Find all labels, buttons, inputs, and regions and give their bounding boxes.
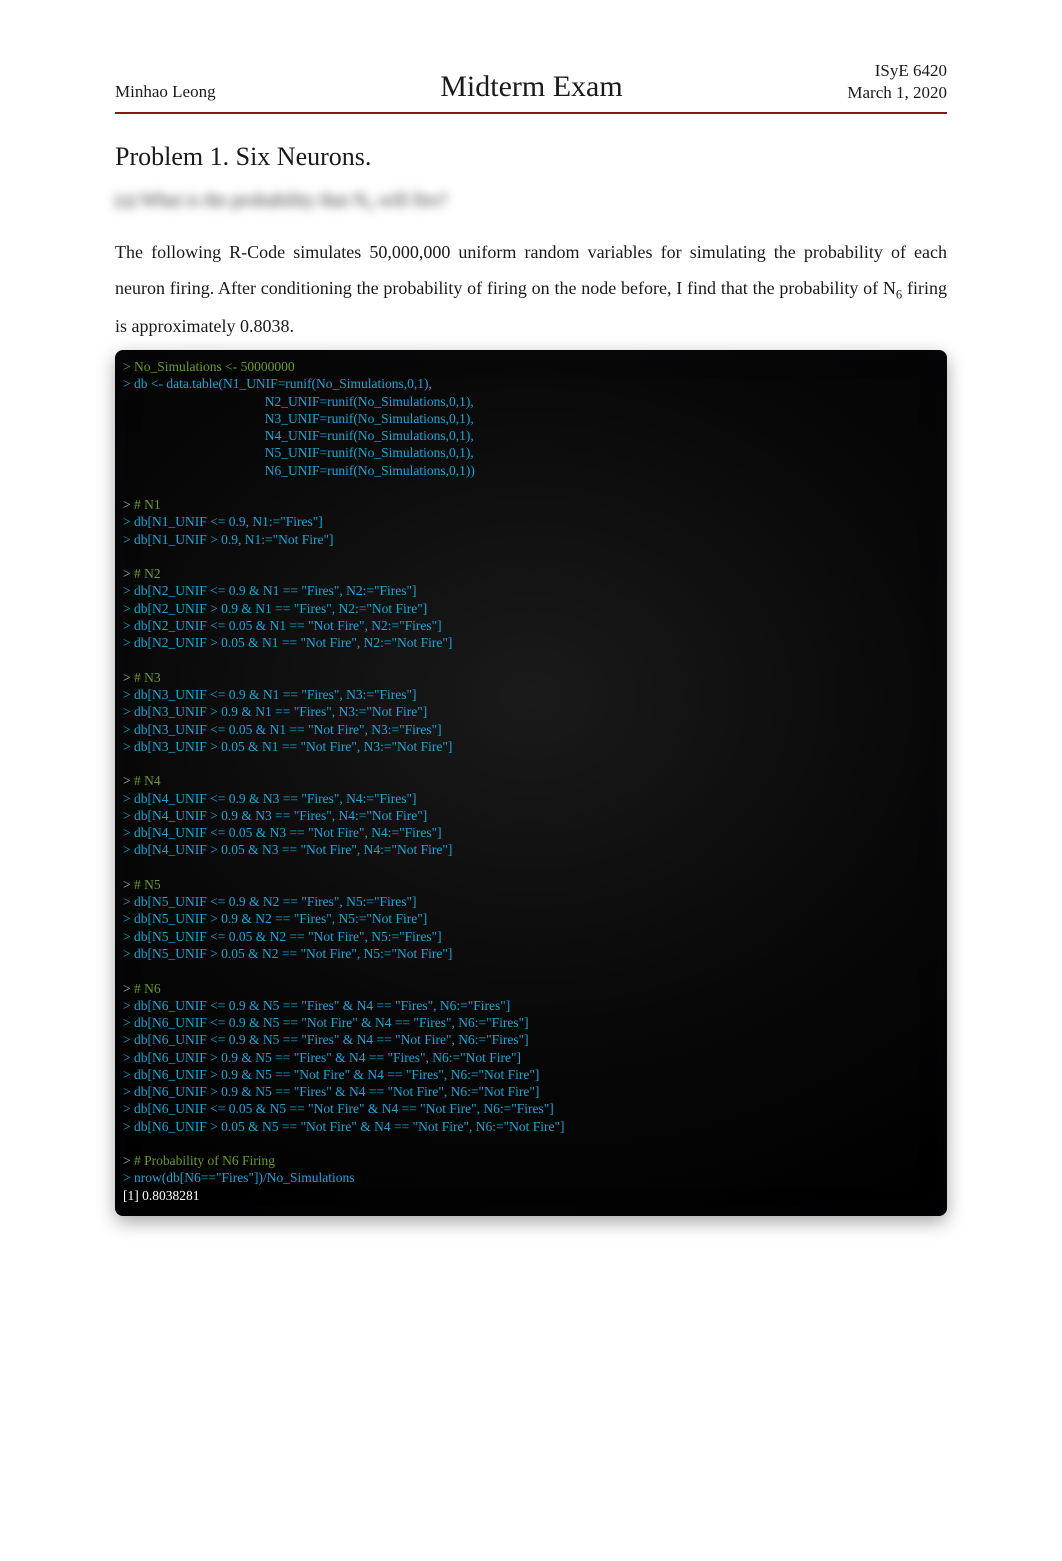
code-line: > db <- data.table(N1_UNIF=runif(No_Simu…	[123, 376, 432, 391]
code-line: > No_Simulations <- 50000000	[123, 359, 295, 374]
code-prompt: >	[123, 981, 134, 996]
code-prompt: >	[123, 497, 134, 512]
code-line: > db[N4_UNIF > 0.9 & N3 == "Fires", N4:=…	[123, 808, 427, 823]
code-line: > db[N6_UNIF > 0.9 & N5 == "Fires" & N4 …	[123, 1050, 521, 1065]
code-line: > db[N6_UNIF > 0.05 & N5 == "Not Fire" &…	[123, 1119, 564, 1134]
code-line: > db[N2_UNIF <= 0.05 & N1 == "Not Fire",…	[123, 618, 442, 633]
code-line: > db[N5_UNIF > 0.05 & N2 == "Not Fire", …	[123, 946, 452, 961]
code-line: > db[N6_UNIF <= 0.05 & N5 == "Not Fire" …	[123, 1101, 554, 1116]
code-prompt: >	[123, 773, 134, 788]
code-line: > db[N4_UNIF <= 0.05 & N3 == "Not Fire",…	[123, 825, 442, 840]
code-line: > db[N6_UNIF > 0.9 & N5 == "Not Fire" & …	[123, 1067, 539, 1082]
code-comment: # N4	[134, 773, 161, 788]
code-prompt: >	[123, 1153, 134, 1168]
code-prompt: >	[123, 670, 134, 685]
code-line: > db[N3_UNIF > 0.9 & N1 == "Fires", N3:=…	[123, 704, 427, 719]
code-line: > db[N2_UNIF > 0.05 & N1 == "Not Fire", …	[123, 635, 452, 650]
paragraph-main: The following R-Code simulates 50,000,00…	[115, 242, 947, 298]
code-line: > db[N6_UNIF <= 0.9 & N5 == "Fires" & N4…	[123, 998, 510, 1013]
author-name: Minhao Leong	[115, 82, 216, 104]
code-line: > db[N1_UNIF > 0.9, N1:="Not Fire"]	[123, 532, 333, 547]
code-comment: # N5	[134, 877, 161, 892]
code-line: > db[N2_UNIF <= 0.9 & N1 == "Fires", N2:…	[123, 583, 416, 598]
code-comment: # N1	[134, 497, 161, 512]
code-line: N6_UNIF=runif(No_Simulations,0,1))	[123, 463, 475, 478]
paragraph-text: The following R-Code simulates 50,000,00…	[115, 234, 947, 344]
code-line: > db[N5_UNIF <= 0.9 & N2 == "Fires", N5:…	[123, 894, 416, 909]
code-prompt: >	[123, 566, 134, 581]
code-output: [1] 0.8038281	[123, 1188, 200, 1203]
code-comment: # N6	[134, 981, 161, 996]
code-line: > db[N3_UNIF > 0.05 & N1 == "Not Fire", …	[123, 739, 452, 754]
code-line: > nrow(db[N6=="Fires"])/No_Simulations	[123, 1170, 354, 1185]
problem-title: Problem 1. Six Neurons.	[115, 142, 947, 172]
sub-question-blurred: (a) What is the probability that N₆ will…	[115, 190, 947, 212]
code-line: > db[N1_UNIF <= 0.9, N1:="Fires"]	[123, 514, 323, 529]
code-prompt: >	[123, 877, 134, 892]
code-line: N4_UNIF=runif(No_Simulations,0,1),	[123, 428, 474, 443]
code-line: > db[N6_UNIF <= 0.9 & N5 == "Fires" & N4…	[123, 1032, 529, 1047]
page-header: Minhao Leong Midterm Exam ISyE 6420 Marc…	[115, 60, 947, 114]
r-code-block: > No_Simulations <- 50000000 > db <- dat…	[115, 350, 947, 1216]
code-comment: # Probability of N6 Firing	[134, 1153, 275, 1168]
code-line: > db[N4_UNIF <= 0.9 & N3 == "Fires", N4:…	[123, 791, 416, 806]
code-line: > db[N5_UNIF <= 0.05 & N2 == "Not Fire",…	[123, 929, 442, 944]
code-comment: # N2	[134, 566, 161, 581]
code-line: > db[N5_UNIF > 0.9 & N2 == "Fires", N5:=…	[123, 911, 427, 926]
exam-date: March 1, 2020	[847, 82, 947, 104]
code-line: N3_UNIF=runif(No_Simulations,0,1),	[123, 411, 474, 426]
course-code: ISyE 6420	[847, 60, 947, 82]
code-line: > db[N6_UNIF <= 0.9 & N5 == "Not Fire" &…	[123, 1015, 529, 1030]
code-line: > db[N4_UNIF > 0.05 & N3 == "Not Fire", …	[123, 842, 452, 857]
code-line: N2_UNIF=runif(No_Simulations,0,1),	[123, 394, 474, 409]
course-date: ISyE 6420 March 1, 2020	[847, 60, 947, 104]
code-line: > db[N3_UNIF <= 0.05 & N1 == "Not Fire",…	[123, 722, 442, 737]
code-line: > db[N3_UNIF <= 0.9 & N1 == "Fires", N3:…	[123, 687, 416, 702]
code-line: N5_UNIF=runif(No_Simulations,0,1),	[123, 445, 474, 460]
code-line: > db[N2_UNIF > 0.9 & N1 == "Fires", N2:=…	[123, 601, 427, 616]
code-line: > db[N6_UNIF > 0.9 & N5 == "Fires" & N4 …	[123, 1084, 539, 1099]
page-title: Midterm Exam	[216, 70, 848, 104]
code-comment: # N3	[134, 670, 161, 685]
